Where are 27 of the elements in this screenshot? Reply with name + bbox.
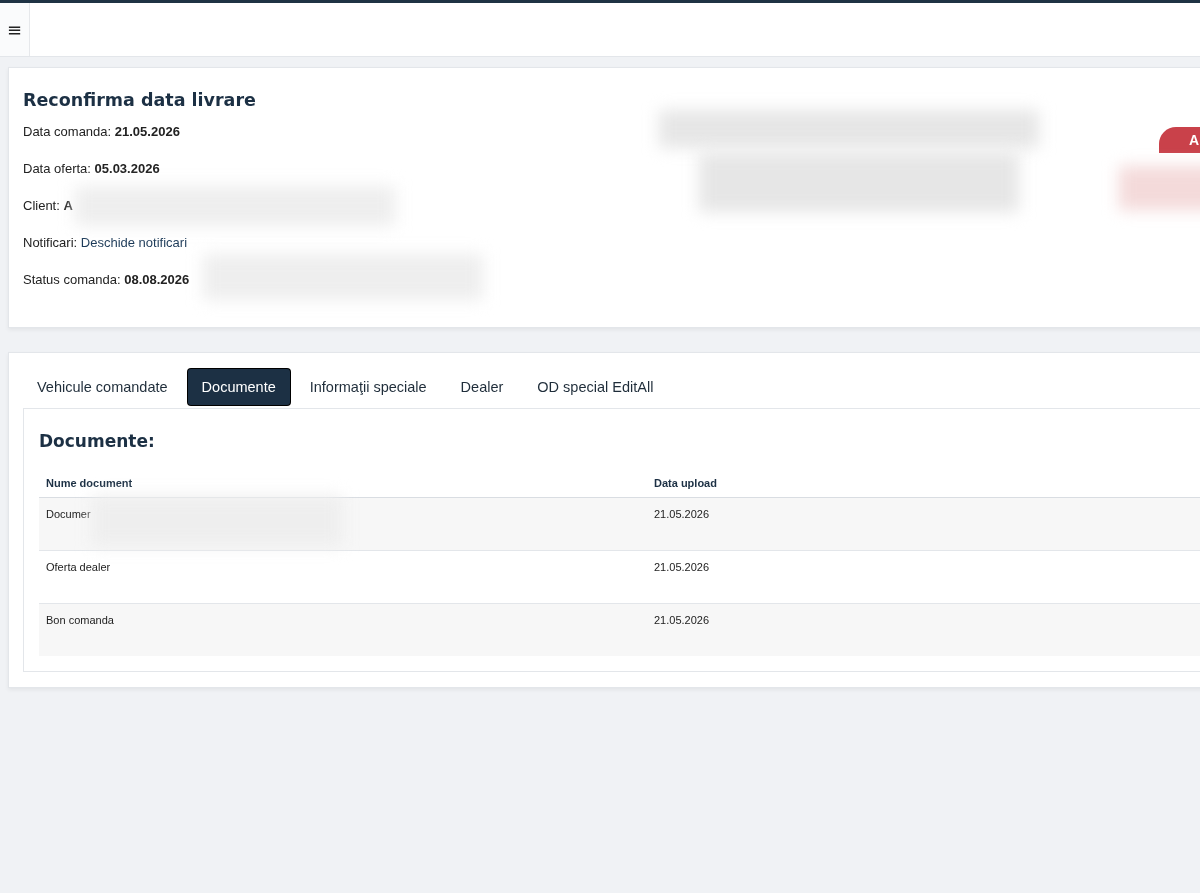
field-value: 08.08.2026	[124, 272, 190, 287]
tab[interactable]: Informaţii speciale	[295, 369, 441, 405]
notifications-link[interactable]: Deschide notificari	[80, 235, 188, 250]
tab[interactable]: OD special EditAll	[523, 369, 668, 405]
action-button[interactable]: A	[1159, 127, 1200, 153]
table-cell: Bon comanda	[39, 603, 647, 656]
column-header: Data upload	[647, 469, 1200, 498]
card-title: Reconfirma data livrare	[23, 90, 257, 110]
tab[interactable]: Vehicule comandate	[23, 369, 182, 405]
table-row[interactable]: Oferta dealer 21.05.2026	[39, 550, 1200, 604]
field-value: A	[63, 198, 73, 213]
field-value: 05.03.2026	[94, 161, 160, 176]
table-row[interactable]: Bon comanda 21.05.2026	[39, 603, 1200, 656]
field-label: Data oferta:	[23, 161, 91, 176]
tab[interactable]: Documente	[187, 369, 290, 405]
table-cell: 21.05.2026	[647, 497, 1200, 551]
field-label: Client:	[23, 198, 60, 213]
table-cell: 21.05.2026	[647, 603, 1200, 656]
tab[interactable]: Dealer	[446, 369, 518, 405]
table-cell: Oferta dealer	[39, 550, 647, 604]
table-cell: 21.05.2026	[647, 550, 1200, 604]
field-label: Notificari:	[23, 235, 78, 250]
menu-button[interactable]: ≡	[0, 3, 30, 56]
field-value: 21.05.2026	[114, 124, 180, 139]
section-title: Documente:	[39, 431, 156, 451]
field-label: Data comanda:	[23, 124, 112, 139]
field-label: Status comanda:	[23, 272, 121, 287]
